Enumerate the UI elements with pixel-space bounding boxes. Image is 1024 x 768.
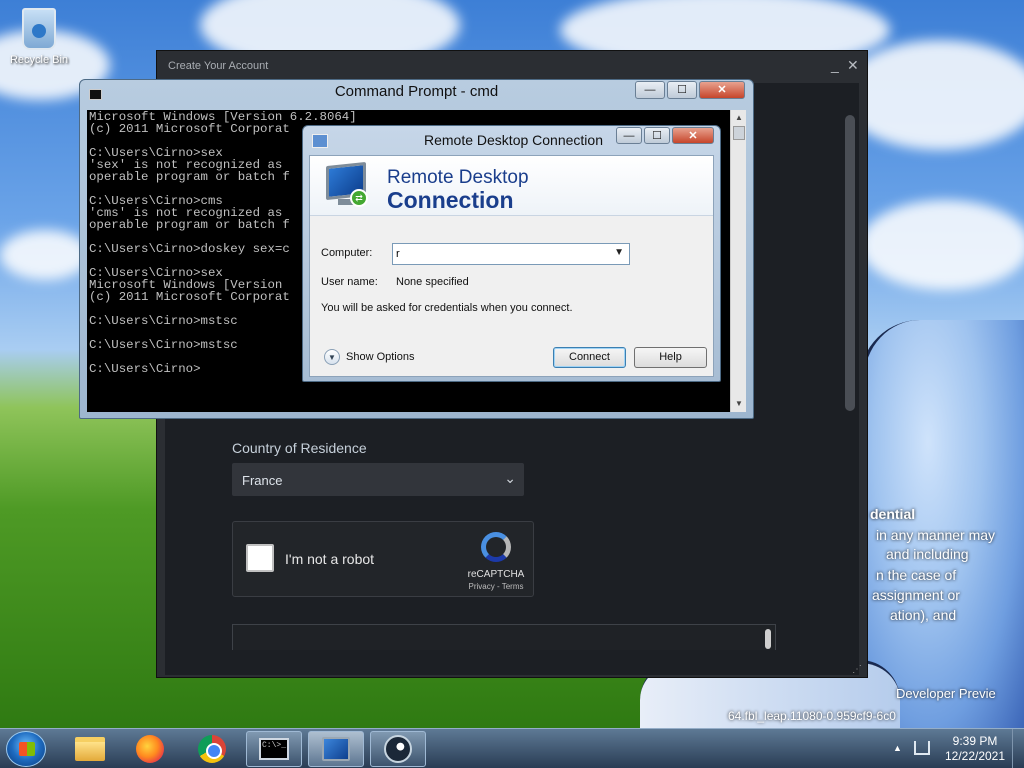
- computer-input-value: r: [396, 248, 400, 260]
- show-hidden-icons-icon[interactable]: ▲: [893, 743, 902, 753]
- window-controls: — ☐ ✕: [614, 127, 714, 144]
- username-value: None specified: [396, 276, 469, 288]
- taskbar-file-explorer[interactable]: [62, 731, 118, 767]
- background-text-line: n the case of: [876, 567, 957, 583]
- country-value: France: [242, 473, 283, 488]
- background-text-line: in any manner may: [876, 527, 996, 543]
- help-button[interactable]: Help: [634, 347, 707, 368]
- window-controls: — ☐ ✕: [633, 81, 745, 99]
- show-options-toggle[interactable]: ▼ Show Options: [324, 349, 414, 365]
- chrome-icon: [198, 735, 226, 763]
- remote-desktop-icon: [322, 737, 350, 761]
- recaptcha-label: I'm not a robot: [285, 551, 375, 567]
- dropdown-arrow-icon[interactable]: ▼: [614, 247, 624, 258]
- taskbar-command-prompt[interactable]: C:\>_: [246, 731, 302, 767]
- taskbar-chrome[interactable]: [184, 731, 240, 767]
- cloud: [0, 230, 90, 280]
- scroll-down-icon[interactable]: ▼: [731, 396, 747, 412]
- close-button[interactable]: ✕: [847, 57, 859, 74]
- scroll-up-icon[interactable]: ▲: [731, 110, 747, 126]
- taskbar-firefox[interactable]: [122, 731, 178, 767]
- taskbar: C:\>_ ▲ 9:39 PM 12/22/2021: [0, 728, 1024, 768]
- network-icon[interactable]: [914, 741, 930, 755]
- desktop-icon-recycle-bin[interactable]: Recycle Bin: [4, 8, 74, 66]
- maximize-button[interactable]: ☐: [667, 81, 697, 99]
- minimize-button[interactable]: —: [635, 81, 665, 99]
- connection-arrows-icon: ⇄: [350, 189, 368, 207]
- firefox-icon: [136, 735, 164, 763]
- steam-icon: [384, 735, 412, 763]
- username-label: User name:: [321, 276, 378, 288]
- show-options-label: Show Options: [346, 351, 415, 363]
- credentials-note: You will be asked for credentials when y…: [321, 302, 573, 314]
- chevron-down-icon: ⌄: [504, 470, 516, 486]
- close-button[interactable]: ✕: [699, 81, 745, 99]
- scrollbar[interactable]: ▲ ▼: [730, 110, 746, 412]
- rdc-dialog-body: ⇄ Remote Desktop Connection Computer: r …: [309, 155, 714, 377]
- recaptcha-links[interactable]: Privacy - Terms: [459, 582, 533, 591]
- taskbar-remote-desktop[interactable]: [308, 731, 364, 767]
- clock-date: 12/22/2021: [944, 749, 1006, 763]
- maximize-button[interactable]: ☐: [644, 127, 670, 144]
- remote-desktop-window: Remote Desktop Connection — ☐ ✕ ⇄ Remote…: [302, 125, 721, 382]
- minimize-button[interactable]: —: [616, 127, 642, 144]
- show-desktop-button[interactable]: [1012, 729, 1024, 768]
- computer-input[interactable]: r ▼: [392, 243, 630, 265]
- recaptcha-brand: reCAPTCHA: [467, 569, 525, 580]
- recycle-bin-icon: [22, 8, 56, 50]
- background-text-line: dential: [870, 506, 916, 522]
- minimize-button[interactable]: _: [831, 57, 839, 73]
- computer-label: Computer:: [321, 247, 373, 259]
- folder-icon: [75, 737, 105, 761]
- agreement-text-area[interactable]: [232, 624, 776, 650]
- chevron-down-icon: ▼: [324, 349, 340, 365]
- background-text-line: ation), and: [890, 607, 957, 623]
- scrollbar[interactable]: [845, 115, 855, 411]
- window-title: Create Your Account: [168, 60, 269, 72]
- rdc-banner: ⇄ Remote Desktop Connection: [310, 156, 713, 216]
- connect-button[interactable]: Connect: [553, 347, 626, 368]
- cloud: [860, 200, 1024, 290]
- command-prompt-icon: C:\>_: [259, 738, 289, 760]
- build-watermark: 64.fbl_leap.11080-0.959cf9-6c0: [728, 709, 896, 723]
- system-clock[interactable]: 9:39 PM 12/22/2021: [940, 734, 1010, 764]
- start-button[interactable]: [6, 731, 46, 767]
- recaptcha-logo-icon: [481, 532, 511, 562]
- wallpaper-character: [860, 320, 1024, 728]
- scrollbar-thumb[interactable]: [765, 629, 771, 649]
- close-button[interactable]: ✕: [672, 127, 714, 144]
- clock-time: 9:39 PM: [952, 734, 998, 748]
- build-watermark: Developer Previe: [896, 686, 996, 701]
- background-text-line: assignment or: [872, 587, 960, 603]
- country-label: Country of Residence: [232, 440, 367, 456]
- scrollbar-thumb[interactable]: [733, 126, 745, 140]
- taskbar-steam[interactable]: [370, 731, 426, 767]
- country-select[interactable]: France ⌄: [232, 463, 524, 496]
- background-text-line: and including: [886, 546, 969, 562]
- recaptcha-widget: I'm not a robot reCAPTCHA Privacy - Term…: [232, 521, 534, 597]
- banner-title-line1: Remote Desktop: [387, 167, 529, 188]
- recaptcha-checkbox[interactable]: [246, 544, 274, 572]
- banner-title-line2: Connection: [387, 187, 514, 213]
- resize-grip-icon[interactable]: ⋰: [852, 664, 862, 675]
- recycle-bin-label: Recycle Bin: [9, 54, 69, 66]
